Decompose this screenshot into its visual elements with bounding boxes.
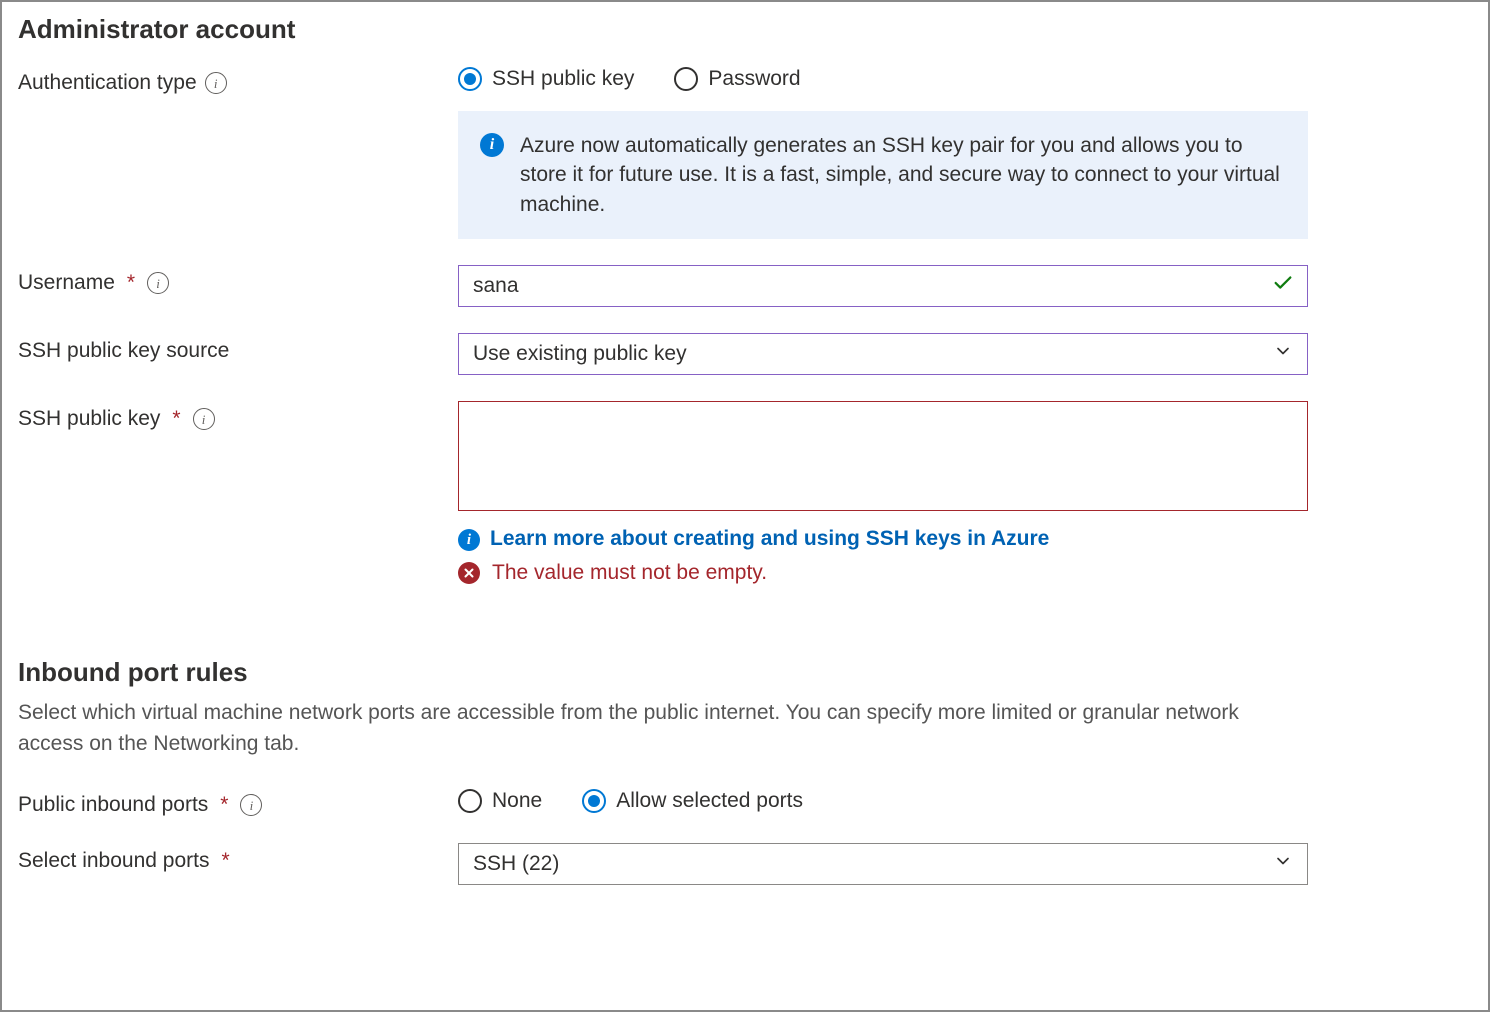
radio-icon	[674, 67, 698, 91]
select-value: SSH (22)	[473, 852, 559, 876]
select-value: Use existing public key	[473, 342, 687, 366]
public-inbound-radio-group: None Allow selected ports	[458, 787, 1308, 813]
info-icon[interactable]: i	[193, 408, 215, 430]
info-icon: i	[458, 529, 480, 551]
auth-type-radio-password[interactable]: Password	[674, 67, 800, 91]
select-inbound-ports[interactable]: SSH (22)	[458, 843, 1308, 885]
chevron-down-icon	[1273, 851, 1293, 877]
radio-icon	[458, 67, 482, 91]
radio-label: None	[492, 789, 542, 813]
radio-label: Password	[708, 67, 800, 91]
ssh-key-label: SSH public key* i	[18, 401, 458, 431]
info-icon[interactable]: i	[240, 794, 262, 816]
section-ports-heading: Inbound port rules	[18, 657, 1472, 688]
key-source-label: SSH public key source	[18, 333, 458, 363]
info-icon: i	[480, 133, 504, 157]
public-inbound-label: Public inbound ports* i	[18, 787, 458, 817]
ssh-help-link[interactable]: Learn more about creating and using SSH …	[490, 527, 1049, 551]
info-icon[interactable]: i	[205, 72, 227, 94]
chevron-down-icon	[1273, 341, 1293, 367]
callout-text: Azure now automatically generates an SSH…	[520, 131, 1286, 219]
select-inbound-label: Select inbound ports*	[18, 843, 458, 873]
ports-description: Select which virtual machine network por…	[18, 698, 1298, 759]
radio-label: SSH public key	[492, 67, 634, 91]
ssh-key-textarea[interactable]	[458, 401, 1308, 511]
public-inbound-radio-none[interactable]: None	[458, 789, 542, 813]
ssh-key-error: The value must not be empty.	[492, 561, 767, 585]
username-label: Username* i	[18, 265, 458, 295]
radio-label: Allow selected ports	[616, 789, 803, 813]
section-admin-heading: Administrator account	[18, 14, 1472, 45]
valid-check-icon	[1272, 272, 1294, 300]
public-inbound-radio-allow[interactable]: Allow selected ports	[582, 789, 803, 813]
key-source-select[interactable]: Use existing public key	[458, 333, 1308, 375]
auth-type-label: Authentication type i	[18, 65, 458, 95]
ssh-info-callout: i Azure now automatically generates an S…	[458, 111, 1308, 239]
auth-type-radio-ssh[interactable]: SSH public key	[458, 67, 634, 91]
username-input[interactable]	[458, 265, 1308, 307]
auth-type-radio-group: SSH public key Password	[458, 65, 1308, 91]
info-icon[interactable]: i	[147, 272, 169, 294]
radio-icon	[458, 789, 482, 813]
radio-icon	[582, 789, 606, 813]
error-icon	[458, 562, 480, 584]
